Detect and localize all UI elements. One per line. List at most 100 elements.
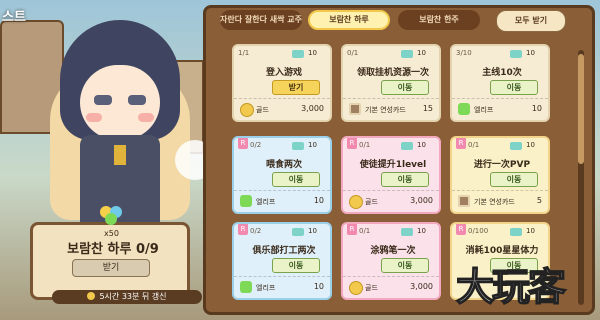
scrollbar[interactable] bbox=[578, 50, 584, 305]
mission-reward: 골드 3,000 bbox=[234, 98, 330, 120]
goto-button[interactable]: 이동 bbox=[490, 172, 538, 187]
ticket-icon bbox=[401, 142, 413, 150]
ticket-amount: 10 bbox=[526, 227, 535, 235]
mission-reward: 엘리프 10 bbox=[452, 98, 548, 120]
tab-growth[interactable]: 자란다 잘한다 새싹 교주 bbox=[220, 10, 302, 30]
goto-button[interactable]: 이동 bbox=[381, 172, 429, 187]
ticket-amount: 10 bbox=[417, 49, 426, 57]
reward-amount: 3,000 bbox=[410, 196, 433, 205]
mission-reward: 엘리프 10 bbox=[234, 276, 330, 298]
reward-name: 엘리프 bbox=[256, 198, 276, 206]
mission-name: 登入游戏 bbox=[265, 68, 302, 78]
scrollbar-thumb[interactable] bbox=[578, 54, 584, 164]
rare-badge-icon: R bbox=[347, 224, 357, 235]
ticket-amount: 10 bbox=[526, 49, 535, 57]
ticket-icon bbox=[510, 142, 522, 150]
refresh-timer-text: 5시간 33분 뒤 갱신 bbox=[99, 292, 167, 301]
character-eye bbox=[94, 95, 112, 105]
mission-card: R 0/1 10 进行一次PVP 이동 기본 연성카드 5 bbox=[450, 136, 550, 214]
ticket-amount: 10 bbox=[308, 49, 317, 57]
synthesis-card-icon bbox=[458, 195, 470, 207]
synthesis-card-icon bbox=[349, 103, 361, 115]
mission-name: 使徒提升1level bbox=[359, 160, 427, 170]
claim-button[interactable]: 받기 bbox=[272, 80, 320, 95]
gold-coin-icon bbox=[349, 281, 363, 295]
mission-progress: 0/1 bbox=[468, 141, 480, 149]
reward-name: 골드 bbox=[256, 106, 269, 114]
jelly-icon bbox=[240, 281, 252, 293]
ticket-icon bbox=[292, 50, 304, 58]
mission-name: 消耗100星星体力 bbox=[465, 246, 539, 256]
receive-all-button[interactable]: 모두 받기 bbox=[496, 10, 566, 32]
ticket-amount: 10 bbox=[526, 141, 535, 149]
jelly-icon bbox=[240, 195, 252, 207]
ticket-amount: 10 bbox=[308, 141, 317, 149]
reward-name: 기본 연성카드 bbox=[365, 106, 406, 114]
rare-badge-icon: R bbox=[456, 224, 466, 235]
mission-reward: 엘리프 10 bbox=[234, 190, 330, 212]
reward-amount: 10 bbox=[313, 196, 324, 205]
character-nun bbox=[40, 20, 215, 230]
goto-button[interactable]: 이동 bbox=[272, 172, 320, 187]
rare-badge-icon: R bbox=[238, 138, 248, 149]
tab-daily[interactable]: 보람찬 하루 bbox=[308, 10, 390, 30]
character-face bbox=[80, 65, 160, 140]
mission-name: 进行一次PVP bbox=[473, 160, 531, 170]
reward-amount: 10 bbox=[531, 104, 542, 113]
rare-badge-icon: R bbox=[456, 138, 466, 149]
ticket-icon bbox=[292, 142, 304, 150]
reward-name: 엘리프 bbox=[256, 284, 276, 292]
mission-reward: 골드 3,000 bbox=[343, 190, 439, 212]
mission-progress: 1/1 bbox=[238, 49, 250, 57]
watermark-logo: 大玩客 bbox=[455, 263, 567, 310]
reward-amount: 3,000 bbox=[410, 282, 433, 291]
mission-progress: 0/1 bbox=[359, 227, 371, 235]
goto-button[interactable]: 이동 bbox=[381, 80, 429, 95]
reward-name: 엘리프 bbox=[474, 106, 494, 114]
reward-amount: 15 bbox=[422, 104, 433, 113]
mission-card: R 0/1 10 使徒提升1level 이동 골드 3,000 bbox=[341, 136, 441, 214]
daily-progress-title: 보람찬 하루 0/9 bbox=[67, 242, 159, 257]
goto-button[interactable]: 이동 bbox=[272, 258, 320, 273]
mission-progress: 0/2 bbox=[250, 227, 262, 235]
gold-coin-icon bbox=[240, 103, 254, 117]
mission-card: R 0/2 10 俱乐部打工两次 이동 엘리프 10 bbox=[232, 222, 332, 300]
clock-icon bbox=[87, 292, 96, 300]
ticket-amount: 10 bbox=[308, 227, 317, 235]
screen-title: 스트 bbox=[2, 10, 26, 25]
gold-coin-icon bbox=[349, 195, 363, 209]
ticket-amount: 10 bbox=[417, 227, 426, 235]
mission-reward: 기본 연성카드 15 bbox=[343, 98, 439, 120]
reward-amount: 3,000 bbox=[301, 104, 324, 113]
mission-card: 0/1 10 领取挂机资源一次 이동 기본 연성카드 15 bbox=[341, 44, 441, 122]
mission-progress: 0/1 bbox=[359, 141, 371, 149]
rare-badge-icon: R bbox=[347, 138, 357, 149]
mission-name: 喂食两次 bbox=[265, 160, 302, 170]
mission-name: 俱乐部打工两次 bbox=[252, 246, 316, 256]
mission-card: 1/1 10 登入游戏 받기 골드 3,000 bbox=[232, 44, 332, 122]
ticket-icon bbox=[292, 228, 304, 236]
reward-name: 골드 bbox=[365, 198, 378, 206]
jelly-icon bbox=[458, 103, 470, 115]
ticket-icon bbox=[510, 228, 522, 236]
mission-name: 涂鸦笔一次 bbox=[370, 246, 416, 256]
mission-card: 3/10 10 主线10次 이동 엘리프 10 bbox=[450, 44, 550, 122]
rare-badge-icon: R bbox=[238, 224, 248, 235]
mission-reward: 기본 연성카드 5 bbox=[452, 190, 548, 212]
cross-icon bbox=[114, 145, 126, 165]
reward-amount: 5 bbox=[536, 196, 542, 205]
mission-progress: 0/1 bbox=[347, 49, 359, 57]
reward-name: 기본 연성카드 bbox=[474, 198, 515, 206]
clover-icon bbox=[100, 206, 122, 225]
receive-button[interactable]: 받기 bbox=[72, 259, 150, 277]
character-eye bbox=[128, 95, 146, 105]
reward-count: x50 bbox=[104, 229, 119, 238]
ticket-amount: 10 bbox=[417, 141, 426, 149]
tab-weekly[interactable]: 보람찬 한주 bbox=[398, 10, 480, 30]
mission-progress: 0/2 bbox=[250, 141, 262, 149]
goto-button[interactable]: 이동 bbox=[490, 80, 538, 95]
mission-progress: 0/100 bbox=[468, 227, 489, 235]
ticket-icon bbox=[401, 228, 413, 236]
mission-progress: 3/10 bbox=[456, 49, 472, 57]
goto-button[interactable]: 이동 bbox=[381, 258, 429, 273]
